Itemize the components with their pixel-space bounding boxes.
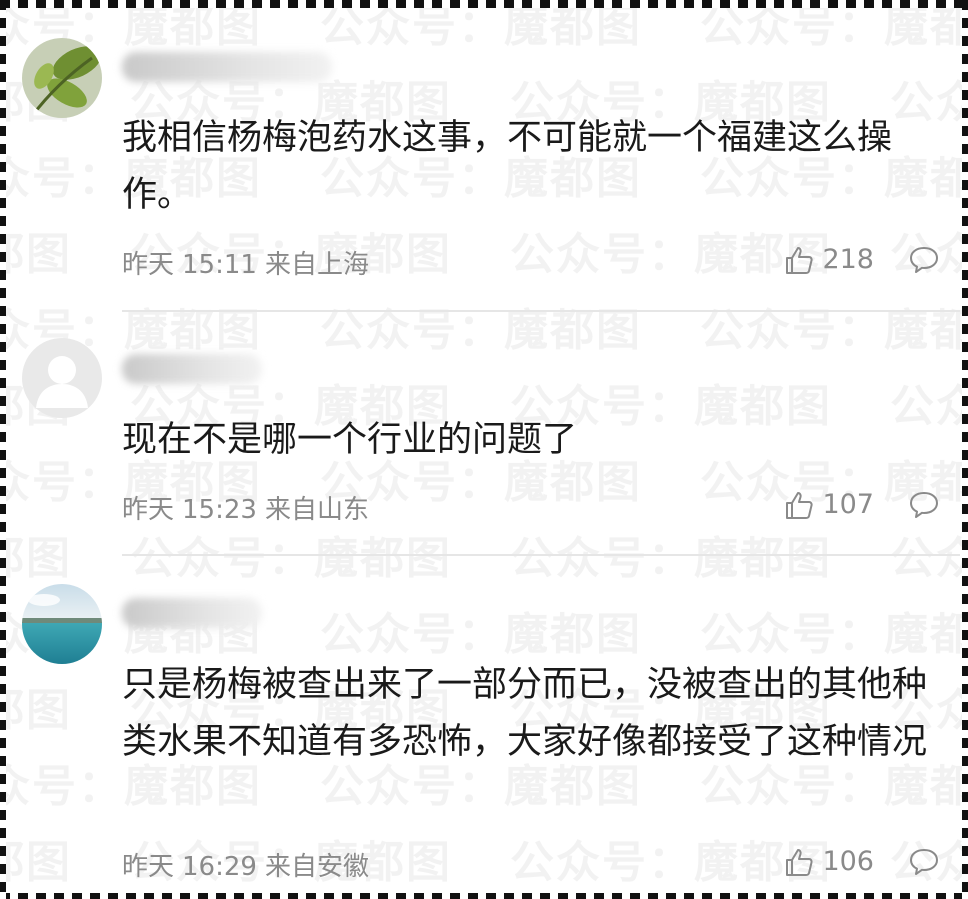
watermark-text: 公众号：魔都图 [320, 1, 642, 52]
reply-button[interactable] [908, 489, 940, 525]
divider [122, 310, 960, 312]
blurred-username[interactable] [122, 52, 332, 82]
watermark-text: 公众号：魔都图 [700, 1, 968, 52]
comment-date: 昨天 [122, 852, 175, 882]
watermark-text: 公众号：魔都图 [320, 305, 642, 356]
comment-location: 来自上海 [264, 250, 369, 280]
frame-border-bottom [0, 893, 968, 899]
default-user-avatar[interactable] [22, 338, 102, 418]
watermark-text: 公众号：魔都图 [320, 609, 642, 660]
comment-text: 只是杨梅被查出来了一部分而已，没被查出的其他种类水果不知道有多恐怖，大家好像都接… [122, 665, 928, 762]
divider [122, 554, 960, 556]
comment-meta: 昨天 16:29 来自安徽 [122, 846, 377, 883]
comment-bubble-icon [910, 247, 938, 273]
watermark-text: 公众号：魔都图 [0, 837, 72, 888]
frame-border-right [962, 0, 968, 899]
thumbs-up-icon [786, 246, 814, 274]
comment-meta: 昨天 15:11 来自上海 [122, 244, 377, 281]
blurred-username[interactable] [122, 598, 262, 628]
sea-photo-avatar[interactable] [22, 584, 102, 664]
reply-button[interactable] [908, 244, 940, 280]
thumbs-up-icon [786, 848, 814, 876]
watermark-text: 公众号：魔都图 [0, 533, 72, 584]
like-button[interactable]: 218 [784, 244, 874, 275]
frame-border-top [0, 0, 968, 8]
like-button[interactable]: 107 [784, 489, 874, 520]
comment-time: 15:23 [182, 495, 257, 525]
comment-date: 昨天 [122, 250, 175, 280]
like-count: 106 [822, 846, 874, 877]
comment-screenshot: 公众号：魔都图公众号：魔都图公众号：魔都图公众号：魔都图公众号：魔都图公众号：魔… [0, 0, 968, 899]
blurred-username[interactable] [122, 354, 262, 384]
watermark-text: 公众号：魔都图 [700, 305, 968, 356]
comment-bubble-icon [910, 849, 938, 875]
comment-bubble-icon [910, 492, 938, 518]
comment-meta: 昨天 15:23 来自山东 [122, 489, 377, 526]
frame-border-left [0, 0, 6, 899]
comment-text: 我相信杨梅泡药水这事，不可能就一个福建这么操作。 [122, 118, 893, 215]
plant-photo-avatar[interactable] [22, 38, 102, 118]
comment-time: 16:29 [182, 852, 257, 882]
like-count: 218 [822, 244, 874, 275]
reply-button[interactable] [908, 846, 940, 882]
comment-location: 来自山东 [264, 495, 369, 525]
watermark-text: 公众号：魔都图 [0, 685, 72, 736]
comment-date: 昨天 [122, 495, 175, 525]
like-count: 107 [822, 489, 874, 520]
watermark-text: 公众号：魔都图 [0, 229, 72, 280]
comment-text: 现在不是哪一个行业的问题了 [122, 420, 578, 460]
comment-time: 15:11 [182, 250, 257, 280]
thumbs-up-icon [786, 491, 814, 519]
watermark-text: 公众号：魔都图 [700, 609, 968, 660]
comment-location: 来自安徽 [264, 852, 369, 882]
like-button[interactable]: 106 [784, 846, 874, 877]
